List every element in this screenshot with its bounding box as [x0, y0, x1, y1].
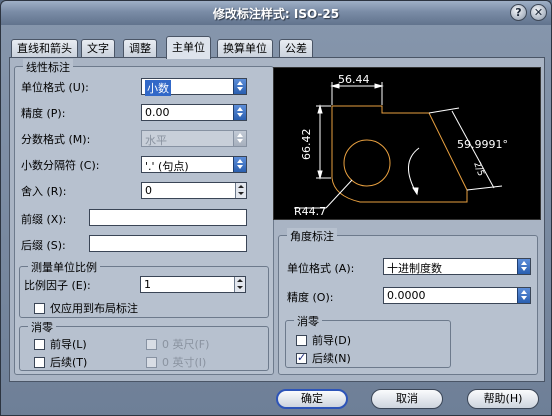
checkbox-box-checked[interactable] — [296, 351, 307, 364]
tab-lines-arrows[interactable]: 直线和箭头 — [11, 39, 78, 58]
angular-leading-label: 前导(D) — [312, 334, 352, 347]
layout-only-label: 仅应用到布局标注 — [50, 302, 138, 315]
zero-feet-checkbox: 0 英尺(F) — [146, 336, 209, 352]
tab-tolerances[interactable]: 公差 — [279, 39, 313, 58]
help-title-button[interactable]: ? — [510, 4, 527, 21]
linear-dimensions-group: 线性标注 单位格式 (U): 小数 精度 (P): 0.00 分数格式 (M):… — [14, 59, 274, 375]
dropdown-arrow-icon — [233, 105, 246, 120]
precision-value: 0.00 — [145, 106, 170, 119]
dropdown-arrow-icon — [233, 79, 246, 94]
dropdown-arrow-icon — [517, 288, 530, 303]
measurement-scale-group: 测量单位比例 比例因子 (E): 1 仅应用到布局标注 — [19, 259, 269, 318]
precision-select[interactable]: 0.00 — [141, 104, 247, 121]
round-off-label: 舍入 (R): — [21, 185, 67, 198]
tab-alternate-units[interactable]: 换算单位 — [217, 39, 273, 58]
zero-suppression-angular-group: 消零 前导(D) 后续(N) — [285, 313, 451, 368]
checkbox-box[interactable] — [34, 356, 45, 368]
angular-dimensions-title: 角度标注 — [287, 228, 337, 244]
angular-precision-label: 精度 (O): — [287, 291, 334, 304]
dimension-texts: 56.44 66.42 59.9991° 2/5 R44.7 — [294, 73, 508, 218]
angular-unit-format-value: 十进制度数 — [387, 262, 442, 275]
leading-zero-checkbox[interactable]: 前导(L) — [34, 336, 87, 352]
fraction-format-select: 水平 — [141, 130, 247, 147]
angular-unit-format-label: 单位格式 (A): — [287, 262, 355, 275]
angular-precision-select[interactable]: 0.0000 — [383, 287, 531, 304]
dim-top-text: 56.44 — [338, 73, 370, 86]
angular-precision-value: 0.0000 — [387, 289, 426, 302]
angular-trailing-label: 后续(N) — [312, 352, 351, 365]
angular-unit-format-select[interactable]: 十进制度数 — [383, 258, 531, 275]
zero-suppression-linear-title: 消零 — [28, 319, 56, 335]
measurement-scale-title: 测量单位比例 — [28, 259, 100, 275]
checkbox-box — [146, 338, 157, 350]
part-shape — [331, 105, 468, 203]
ok-button[interactable]: 确定 — [276, 389, 348, 409]
zero-inches-checkbox: 0 英寸(I) — [146, 354, 206, 370]
prefix-label: 前缀 (X): — [21, 213, 67, 226]
layout-only-checkbox[interactable]: 仅应用到布局标注 — [34, 300, 138, 316]
spinner-icon[interactable] — [234, 277, 245, 292]
decimal-separator-label: 小数分隔符 (C): — [21, 159, 100, 172]
decimal-separator-value: '.' (句点) — [145, 160, 189, 173]
scale-factor-label: 比例因子 (E): — [24, 279, 91, 292]
round-off-input[interactable]: 0 — [141, 182, 247, 199]
cancel-button[interactable]: 取消 — [371, 389, 443, 409]
unit-format-value: 小数 — [145, 80, 171, 96]
dim-angle-text: 59.9991° — [457, 138, 508, 151]
close-icon: ✕ — [533, 6, 544, 19]
part-outline — [331, 105, 468, 203]
dropdown-arrow-icon — [517, 259, 530, 274]
suffix-input[interactable] — [89, 235, 247, 252]
angular-dimensions-group: 角度标注 单位格式 (A): 十进制度数 精度 (O): 0.0000 消零 前… — [278, 228, 538, 375]
spinner-icon[interactable] — [235, 183, 246, 198]
decimal-separator-select[interactable]: '.' (句点) — [141, 156, 247, 173]
tab-primary-units[interactable]: 主单位 — [166, 36, 211, 59]
dimension-preview: 56.44 66.42 59.9991° 2/5 R44.7 — [273, 67, 541, 220]
angular-leading-checkbox[interactable]: 前导(D) — [296, 332, 351, 348]
precision-label: 精度 (P): — [21, 107, 66, 120]
zero-feet-label: 0 英尺(F) — [162, 338, 210, 351]
window-title: 修改标注样式: ISO-25 — [212, 7, 340, 21]
unit-format-label: 单位格式 (U): — [21, 81, 89, 94]
checkbox-box — [146, 356, 157, 368]
hole-circle — [343, 139, 391, 187]
checkbox-box[interactable] — [34, 302, 45, 314]
dim-side-text: 2/5 — [471, 161, 485, 178]
fraction-format-label: 分数格式 (M): — [21, 133, 91, 146]
zero-suppression-angular-title: 消零 — [294, 313, 322, 329]
dim-radius-text: R44.7 — [294, 205, 326, 218]
dialog-window: 修改标注样式: ISO-25 ? ✕ 直线和箭头 文字 调整 主单位 换算单位 … — [0, 0, 552, 416]
tab-fit[interactable]: 调整 — [123, 39, 157, 58]
zero-inches-label: 0 英寸(I) — [162, 356, 207, 369]
trailing-zero-checkbox[interactable]: 后续(T) — [34, 354, 87, 370]
help-icon: ? — [515, 6, 522, 19]
round-off-value: 0 — [145, 184, 152, 197]
leading-zero-label: 前导(L) — [50, 338, 87, 351]
tab-text[interactable]: 文字 — [81, 39, 115, 58]
angular-trailing-checkbox[interactable]: 后续(N) — [296, 350, 351, 366]
dim-left-text: 66.42 — [300, 129, 313, 161]
unit-format-select[interactable]: 小数 — [141, 78, 247, 96]
trailing-zero-label: 后续(T) — [50, 356, 88, 369]
dropdown-arrow-icon — [233, 157, 246, 172]
zero-suppression-linear-group: 消零 前导(L) 后续(T) 0 英尺(F) 0 英寸(I) — [19, 319, 269, 371]
scale-factor-input[interactable]: 1 — [140, 276, 246, 293]
suffix-label: 后缀 (S): — [21, 239, 66, 252]
linear-dimensions-title: 线性标注 — [23, 59, 73, 75]
preview-drawing: 56.44 66.42 59.9991° 2/5 R44.7 — [294, 73, 508, 218]
checkbox-box[interactable] — [34, 338, 45, 350]
title-bar[interactable]: 修改标注样式: ISO-25 ? ✕ — [1, 1, 551, 25]
dropdown-arrow-icon — [233, 131, 246, 146]
close-button[interactable]: ✕ — [530, 4, 547, 21]
help-button[interactable]: 帮助(H) — [467, 389, 539, 409]
prefix-input[interactable] — [89, 209, 247, 226]
fraction-format-value: 水平 — [145, 134, 167, 147]
scale-factor-value: 1 — [144, 278, 151, 291]
checkbox-box[interactable] — [296, 334, 307, 346]
